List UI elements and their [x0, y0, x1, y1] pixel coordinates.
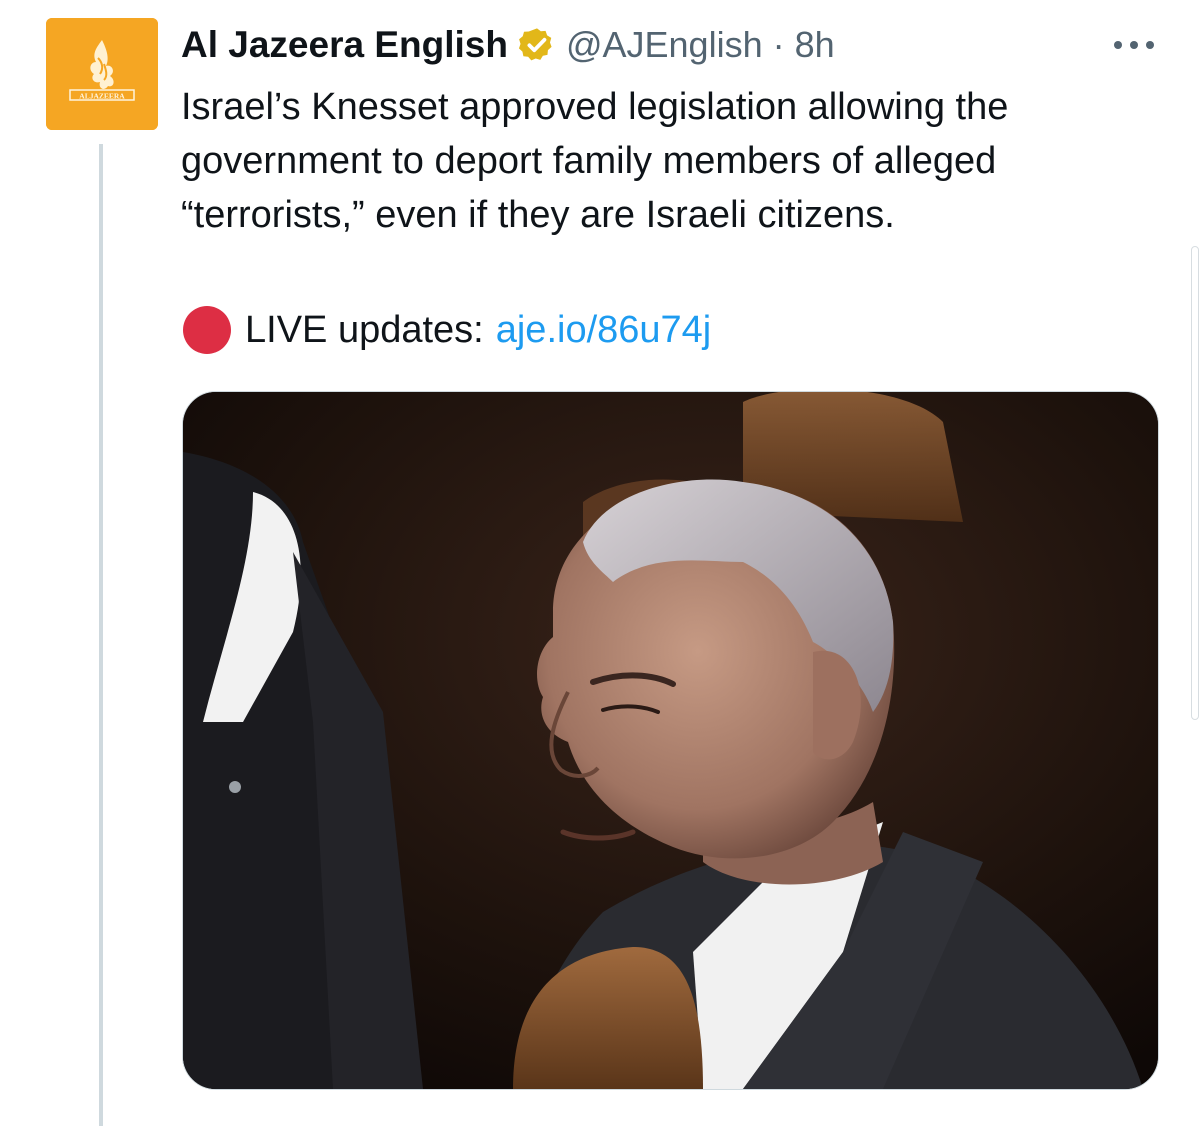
avatar[interactable]: ALJAZEERA: [46, 18, 158, 130]
post-time[interactable]: 8h: [795, 24, 835, 66]
thread-line: [99, 144, 103, 1126]
verified-badge-icon[interactable]: [518, 26, 556, 64]
live-updates-line: LIVE updates: aje.io/86u74j: [183, 302, 711, 358]
tweet-header: Al Jazeera English @AJEnglish · 8h: [181, 20, 835, 70]
aljazeera-logo-icon: ALJAZEERA: [46, 18, 158, 130]
live-updates-link[interactable]: aje.io/86u74j: [496, 309, 712, 352]
photo-image: [183, 392, 1158, 1089]
more-horizontal-icon[interactable]: [1110, 30, 1158, 60]
tweet-text: Israel’s Knesset approved legislation al…: [181, 86, 1009, 236]
separator-dot: ·: [772, 24, 785, 65]
svg-text:ALJAZEERA: ALJAZEERA: [79, 92, 125, 101]
author-name[interactable]: Al Jazeera English: [181, 24, 508, 66]
author-handle[interactable]: @AJEnglish: [566, 24, 763, 66]
tweet-photo[interactable]: [182, 391, 1159, 1090]
live-updates-label: LIVE updates:: [245, 308, 484, 351]
scroll-handle[interactable]: [1191, 246, 1199, 720]
red-circle-icon: [183, 306, 231, 354]
tweet: ALJAZEERA Al Jazeera English @AJEnglish …: [0, 0, 1200, 1126]
